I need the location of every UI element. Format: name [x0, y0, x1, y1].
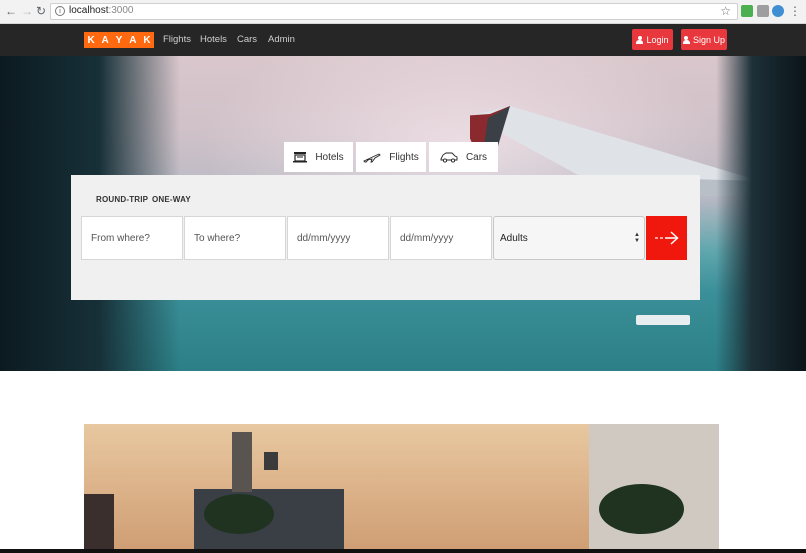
nav-link-flights[interactable]: Flights: [163, 34, 191, 45]
extension-icon[interactable]: [757, 5, 769, 17]
sign-shape: [264, 452, 278, 470]
search-submit-button[interactable]: [646, 216, 687, 260]
bottom-edge: [0, 549, 806, 553]
nav-link-cars[interactable]: Cars: [237, 34, 257, 45]
extension-icon[interactable]: [741, 5, 753, 17]
search-panel: ROUND-TRIP ONE-WAY From where? To where?…: [71, 175, 700, 300]
back-arrow-icon[interactable]: ←: [4, 4, 18, 18]
to-input[interactable]: To where?: [184, 216, 286, 260]
login-label: Login: [646, 34, 669, 45]
kayak-logo[interactable]: K A Y A K: [84, 32, 154, 48]
select-arrows-icon: ▲ ▼: [634, 232, 640, 244]
tab-flights[interactable]: Flights: [356, 142, 426, 172]
travelers-value: Adults: [500, 232, 528, 244]
login-button[interactable]: Login: [632, 29, 673, 50]
extension-icon[interactable]: [772, 5, 784, 17]
bookmark-star-icon[interactable]: ☆: [720, 4, 731, 18]
tab-label: Flights: [389, 151, 419, 163]
trip-type-one-way[interactable]: ONE-WAY: [152, 195, 191, 204]
building-shape: [84, 494, 114, 549]
window-frame-right: [716, 56, 806, 371]
reload-icon[interactable]: ↻: [34, 4, 48, 18]
hotel-icon: [293, 152, 308, 163]
forward-arrow-icon[interactable]: →: [20, 4, 34, 18]
address-bar[interactable]: i localhost:3000 ☆: [50, 3, 738, 20]
logo-letter: K: [143, 34, 151, 46]
tower-shape: [232, 432, 252, 492]
user-icon: [636, 35, 644, 44]
from-input[interactable]: From where?: [81, 216, 183, 260]
trip-type-round-trip[interactable]: ROUND-TRIP: [96, 195, 148, 204]
browser-toolbar: ← → ↻ i localhost:3000 ☆ ⋮: [0, 0, 806, 24]
site-navbar: K A Y A K Flights Hotels Cars Admin Logi…: [0, 24, 806, 56]
tab-cars[interactable]: Cars: [429, 142, 498, 172]
plane-icon: [363, 153, 381, 163]
nav-link-hotels[interactable]: Hotels: [200, 34, 227, 45]
car-icon: [440, 152, 458, 163]
signup-button[interactable]: Sign Up: [681, 29, 727, 50]
arrow-right-icon: [654, 231, 679, 245]
tab-hotels[interactable]: Hotels: [284, 142, 353, 172]
user-icon: [682, 35, 690, 44]
signup-label: Sign Up: [692, 34, 726, 45]
logo-letter: A: [129, 34, 137, 46]
tab-label: Cars: [465, 151, 488, 163]
menu-kebab-icon[interactable]: ⋮: [788, 4, 802, 18]
travelers-select[interactable]: Adults ▲ ▼: [493, 216, 645, 260]
logo-letter: K: [87, 34, 95, 46]
ship-image: [636, 315, 690, 325]
info-icon[interactable]: i: [55, 6, 65, 16]
url-text: localhost:3000: [69, 5, 134, 16]
destination-banner-image: [84, 424, 719, 549]
palm-tree-shape: [599, 484, 684, 534]
logo-letter: Y: [115, 34, 123, 46]
logo-letter: A: [101, 34, 109, 46]
return-date-input[interactable]: dd/mm/yyyy: [390, 216, 492, 260]
depart-date-input[interactable]: dd/mm/yyyy: [287, 216, 389, 260]
nav-link-admin[interactable]: Admin: [268, 34, 295, 45]
tab-label: Hotels: [315, 151, 344, 163]
palm-tree-shape: [204, 494, 274, 534]
